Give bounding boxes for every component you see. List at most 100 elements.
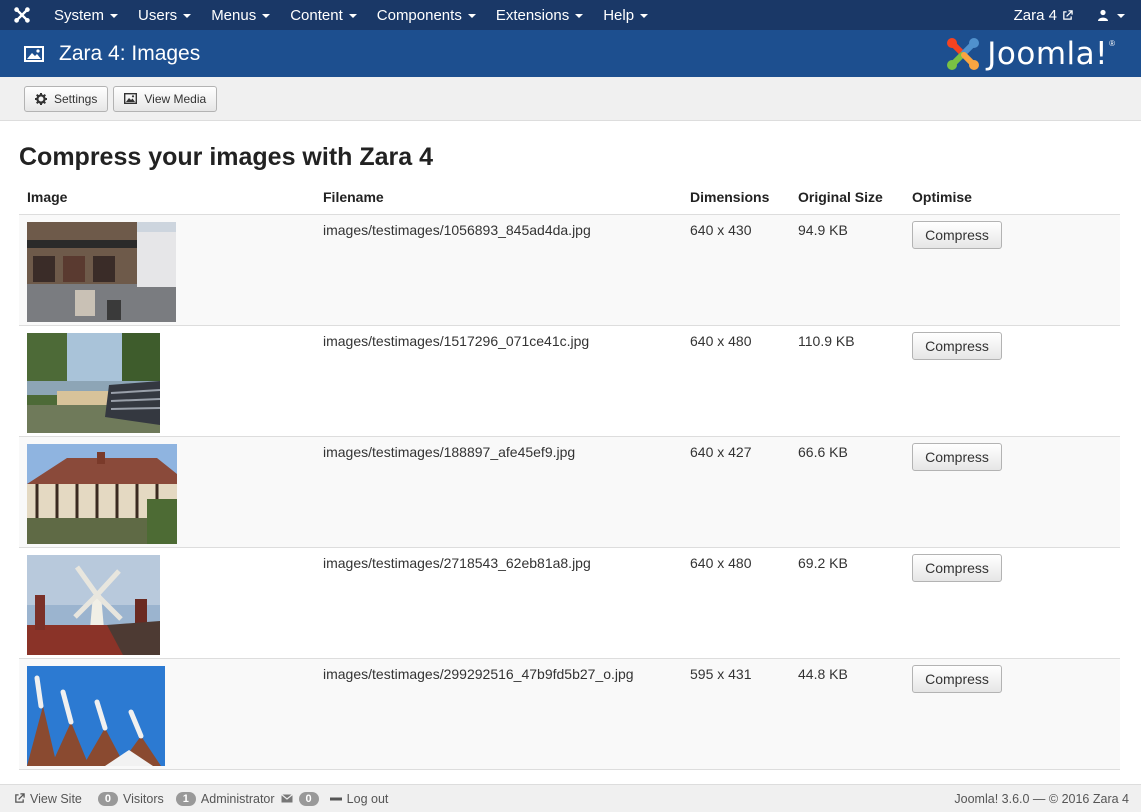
caret-down-icon [467, 14, 476, 18]
admin-count-badge: 1 [175, 791, 196, 806]
thumbnail-cell [19, 436, 315, 548]
menu-label: Content [290, 6, 343, 24]
menu-label: System [54, 6, 105, 24]
caret-down-icon [575, 14, 584, 18]
caret-down-icon [1117, 14, 1125, 18]
menu-extensions[interactable]: Extensions [486, 0, 593, 30]
compress-button[interactable]: Compress [912, 220, 1002, 249]
joomla-brand: Joomla! ® [945, 36, 1115, 72]
external-link-icon [1063, 9, 1073, 20]
thumbnail-image[interactable] [27, 443, 177, 544]
gear-icon [35, 92, 47, 105]
menu-label: Extensions [495, 6, 570, 24]
envelope-icon [280, 794, 293, 803]
logout-link[interactable]: Log out [329, 792, 388, 806]
optimise-cell: Compress [904, 214, 1120, 326]
filename-cell: images/testimages/1056893_845ad4da.jpg [315, 214, 682, 326]
user-icon [1098, 9, 1108, 21]
size-cell: 94.9 KB [790, 214, 904, 326]
compress-button[interactable]: Compress [912, 331, 1002, 360]
dimensions-cell: 640 x 430 [682, 214, 790, 326]
menu-content[interactable]: Content [280, 0, 367, 30]
joomla-icon[interactable] [0, 0, 44, 30]
compress-button[interactable]: Compress [912, 664, 1002, 693]
table-header-row: Image Filename Dimensions Original Size … [19, 183, 1120, 215]
thumbnail-image[interactable] [27, 332, 160, 433]
filename-cell: images/testimages/1517296_071ce41c.jpg [315, 325, 682, 437]
dimensions-cell: 640 x 480 [682, 325, 790, 437]
size-cell: 44.8 KB [790, 658, 904, 770]
size-cell: 110.9 KB [790, 325, 904, 437]
caret-down-icon [640, 14, 649, 18]
column-header-optimise: Optimise [904, 183, 1120, 215]
column-header-image: Image [19, 183, 315, 215]
menu-help[interactable]: Help [593, 0, 658, 30]
table-row: images/testimages/299292516_47b9fd5b27_o… [19, 658, 1120, 770]
visitors-label: Visitors [123, 791, 164, 806]
settings-button[interactable]: Settings [24, 85, 109, 112]
admin-label: Administrator [200, 791, 275, 806]
filename-cell: images/testimages/188897_afe45ef9.jpg [315, 436, 682, 548]
visitors-count-badge: 0 [97, 791, 119, 806]
menu-label: Components [376, 6, 462, 24]
admin-status: 1 Administrator [175, 791, 275, 806]
thumbnail-image[interactable] [27, 665, 165, 766]
thumbnail-image[interactable] [27, 221, 176, 322]
menu-components[interactable]: Components [367, 0, 486, 30]
brand-name: Joomla! [987, 35, 1109, 72]
image-icon [24, 45, 44, 62]
view-media-button[interactable]: View Media [113, 85, 218, 112]
compress-button[interactable]: Compress [912, 442, 1002, 471]
optimise-cell: Compress [904, 658, 1120, 770]
optimise-cell: Compress [904, 436, 1120, 548]
table-row: images/testimages/1056893_845ad4da.jpg 6… [19, 214, 1120, 326]
top-navbar: System Users Menus Content Components Ex… [0, 0, 1141, 30]
view-site-link[interactable]: View Site [14, 792, 82, 806]
dimensions-cell: 640 x 480 [682, 547, 790, 659]
view-site-label: View Site [30, 791, 82, 806]
menu-system[interactable]: System [44, 0, 128, 30]
page-header: Zara 4: Images Joomla! ® [0, 30, 1141, 77]
menu-label: Menus [211, 6, 257, 24]
menu-users[interactable]: Users [128, 0, 201, 30]
column-header-size: Original Size [790, 183, 904, 215]
thumbnail-image[interactable] [27, 554, 160, 655]
messages-link[interactable]: 0 [280, 791, 324, 806]
site-name: Zara 4 [1013, 6, 1057, 24]
settings-label: Settings [54, 91, 98, 106]
joomla-logo-icon [947, 37, 980, 70]
site-link[interactable]: Zara 4 [1000, 7, 1087, 24]
visitors-status: 0 Visitors [97, 791, 164, 806]
thumbnail-cell [19, 547, 315, 659]
main-content: Compress your images with Zara 4 Image F… [0, 122, 1141, 784]
images-table: Image Filename Dimensions Original Size … [19, 183, 1120, 770]
filename-cell: images/testimages/2718543_62eb81a8.jpg [315, 547, 682, 659]
toolbar: Settings View Media [0, 77, 1141, 121]
column-header-dimensions: Dimensions [682, 183, 790, 215]
thumbnail-cell [19, 214, 315, 326]
minus-icon [329, 797, 342, 800]
menu-label: Help [603, 6, 635, 24]
thumbnail-cell [19, 658, 315, 770]
caret-down-icon [183, 14, 192, 18]
image-icon [124, 93, 138, 104]
menu-menus[interactable]: Menus [201, 0, 280, 30]
section-title: Compress your images with Zara 4 [19, 143, 434, 171]
column-header-filename: Filename [315, 183, 682, 215]
external-link-icon [15, 793, 25, 803]
registered-mark: ® [1109, 39, 1115, 48]
view-media-label: View Media [144, 91, 207, 106]
size-cell: 66.6 KB [790, 436, 904, 548]
compress-button[interactable]: Compress [912, 553, 1002, 582]
user-menu[interactable] [1087, 9, 1141, 21]
caret-down-icon [262, 14, 271, 18]
page-title: Zara 4: Images [59, 41, 201, 65]
optimise-cell: Compress [904, 547, 1120, 659]
thumbnail-cell [19, 325, 315, 437]
dimensions-cell: 595 x 431 [682, 658, 790, 770]
caret-down-icon [110, 14, 119, 18]
caret-down-icon [348, 14, 357, 18]
size-cell: 69.2 KB [790, 547, 904, 659]
table-row: images/testimages/188897_afe45ef9.jpg 64… [19, 436, 1120, 548]
main-menu: System Users Menus Content Components Ex… [44, 0, 658, 30]
